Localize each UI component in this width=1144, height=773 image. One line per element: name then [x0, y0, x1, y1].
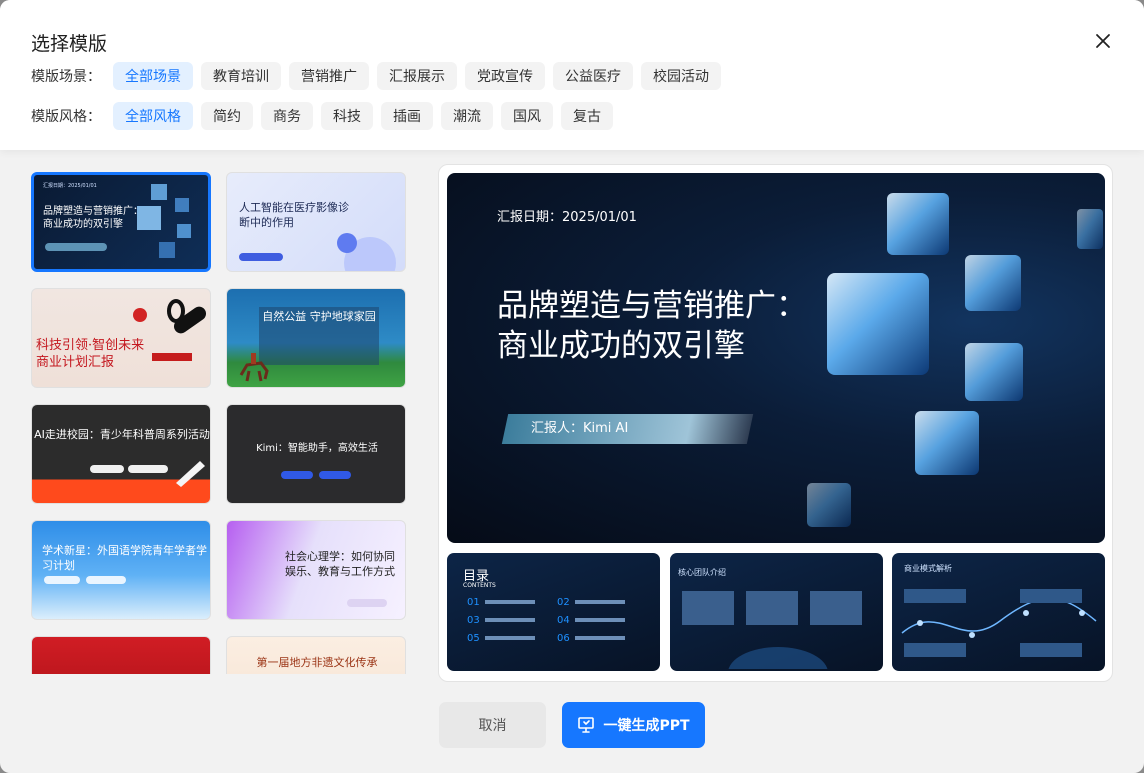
- preview-thumb-team[interactable]: 核心团队介绍: [670, 553, 883, 671]
- template-card[interactable]: 学术新星：外国语学院青年学者学习计划: [31, 520, 211, 620]
- close-icon[interactable]: [1090, 28, 1116, 54]
- team-grid-icon: [682, 591, 862, 669]
- mini-slide-title: 核心团队介绍: [678, 568, 726, 577]
- template-card[interactable]: [31, 636, 211, 674]
- style-chip-business[interactable]: 商务: [261, 102, 313, 130]
- preview-reporter: 汇报人：Kimi AI: [501, 414, 754, 444]
- template-pill: [90, 465, 124, 473]
- preview-thumb-contents[interactable]: 目录 CONTENTS 01 02 03 04 05 06: [447, 553, 660, 671]
- style-filter-label: 模版风格：: [31, 109, 101, 125]
- template-card[interactable]: Kimi：智能助手，高效生活: [226, 404, 406, 504]
- template-title: 社会心理学：如何协同娱乐、教育与工作方式: [285, 550, 395, 578]
- scene-chip-campus[interactable]: 校园活动: [641, 62, 721, 90]
- style-chip-illustration[interactable]: 插画: [381, 102, 433, 130]
- cube-art-icon: [137, 184, 191, 258]
- style-filter-row: 模版风格： 全部风格 简约 商务 科技 插画 潮流 国风 复古: [31, 102, 621, 130]
- style-chip-all[interactable]: 全部风格: [113, 102, 193, 130]
- cancel-button[interactable]: 取消: [439, 702, 546, 748]
- horse-rider-icon: [239, 353, 269, 382]
- scene-chip-all[interactable]: 全部场景: [113, 62, 193, 90]
- template-card[interactable]: 人工智能在医疗影像诊断中的作用: [226, 172, 406, 272]
- generate-button-label: 一键生成PPT: [603, 718, 690, 734]
- scene-filter-row: 模版场景： 全部场景 教育培训 营销推广 汇报展示 党政宣传 公益医疗 校园活动: [31, 62, 729, 90]
- style-chip-trendy[interactable]: 潮流: [441, 102, 493, 130]
- sphere-art-icon: [337, 233, 396, 271]
- preview-title: 品牌塑造与营销推广：商业成功的双引擎: [497, 288, 807, 364]
- mini-slide-subtitle: CONTENTS: [463, 582, 496, 589]
- svg-text:04: 04: [557, 615, 570, 626]
- template-title: AI走进校园：青少年科普周系列活动: [34, 428, 210, 441]
- template-pill: [86, 576, 126, 584]
- scene-chip-marketing[interactable]: 营销推广: [289, 62, 369, 90]
- template-pill: [239, 253, 283, 261]
- preview-thumb-business[interactable]: 商业模式解析: [892, 553, 1105, 671]
- contents-list-icon: 01 02 03 04 05 06: [467, 597, 625, 644]
- style-chip-tech[interactable]: 科技: [321, 102, 373, 130]
- template-preview: 汇报日期：2025/01/01 品牌塑造与营销推广：商业成功的双引擎 汇报人：K…: [438, 164, 1113, 682]
- preview-date: 汇报日期：2025/01/01: [497, 210, 637, 225]
- template-card[interactable]: 社会心理学：如何协同娱乐、教育与工作方式: [226, 520, 406, 620]
- style-chip-simple[interactable]: 简约: [201, 102, 253, 130]
- template-pill: [128, 465, 168, 473]
- scene-filter-label: 模版场景：: [31, 69, 101, 85]
- scene-chip-charity[interactable]: 公益医疗: [553, 62, 633, 90]
- presentation-icon: [578, 717, 595, 733]
- template-dialog: 选择模版 模版场景： 全部场景 教育培训 营销推广 汇报展示 党政宣传 公益医疗…: [0, 0, 1144, 773]
- template-date: 汇报日期：2025/01/01: [43, 183, 97, 189]
- style-chip-chinese[interactable]: 国风: [501, 102, 553, 130]
- scene-chip-education[interactable]: 教育培训: [201, 62, 281, 90]
- template-card[interactable]: 科技引领·智创未来 商业计划汇报: [31, 288, 211, 388]
- pen-art-icon: [176, 461, 205, 487]
- svg-text:06: 06: [557, 633, 570, 644]
- template-title: Kimi：智能助手，高效生活: [256, 443, 378, 454]
- dialog-title: 选择模版: [31, 33, 108, 55]
- template-title: 自然公益 守护地球家园: [259, 307, 379, 365]
- glass-cube-art-icon: [807, 193, 1103, 527]
- template-pill: [281, 471, 313, 479]
- generate-ppt-button[interactable]: 一键生成PPT: [562, 702, 705, 748]
- mini-slide-title: 商业模式解析: [904, 564, 952, 573]
- scene-chip-party[interactable]: 党政宣传: [465, 62, 545, 90]
- cylinder-art-icon: [133, 299, 207, 361]
- dialog-header: 选择模版 模版场景： 全部场景 教育培训 营销推广 汇报展示 党政宣传 公益医疗…: [0, 0, 1144, 150]
- svg-text:02: 02: [557, 597, 570, 608]
- svg-text:03: 03: [467, 615, 480, 626]
- template-card[interactable]: 第一届地方非遗文化传承: [226, 636, 406, 674]
- style-chip-retro[interactable]: 复古: [561, 102, 613, 130]
- template-pill: [319, 471, 351, 479]
- template-card[interactable]: AI走进校园：青少年科普周系列活动: [31, 404, 211, 504]
- template-pill: [44, 576, 80, 584]
- template-pill: [45, 243, 107, 251]
- template-title: 学术新星：外国语学院青年学者学习计划: [42, 544, 207, 572]
- template-title: 人工智能在医疗影像诊断中的作用: [239, 201, 349, 229]
- template-card[interactable]: 汇报日期：2025/01/01 品牌塑造与营销推广：商业成功的双引擎: [31, 172, 211, 272]
- scene-chip-report[interactable]: 汇报展示: [377, 62, 457, 90]
- wave-chart-icon: [901, 589, 1097, 657]
- svg-text:05: 05: [467, 633, 480, 644]
- template-card[interactable]: 自然公益 守护地球家园: [226, 288, 406, 388]
- template-pill: [347, 599, 387, 607]
- preview-main-slide: 汇报日期：2025/01/01 品牌塑造与营销推广：商业成功的双引擎 汇报人：K…: [447, 173, 1105, 543]
- template-list[interactable]: 汇报日期：2025/01/01 品牌塑造与营销推广：商业成功的双引擎 人工智能在…: [31, 172, 411, 674]
- template-title: 第一届地方非遗文化传承: [256, 656, 378, 669]
- svg-text:01: 01: [467, 597, 480, 608]
